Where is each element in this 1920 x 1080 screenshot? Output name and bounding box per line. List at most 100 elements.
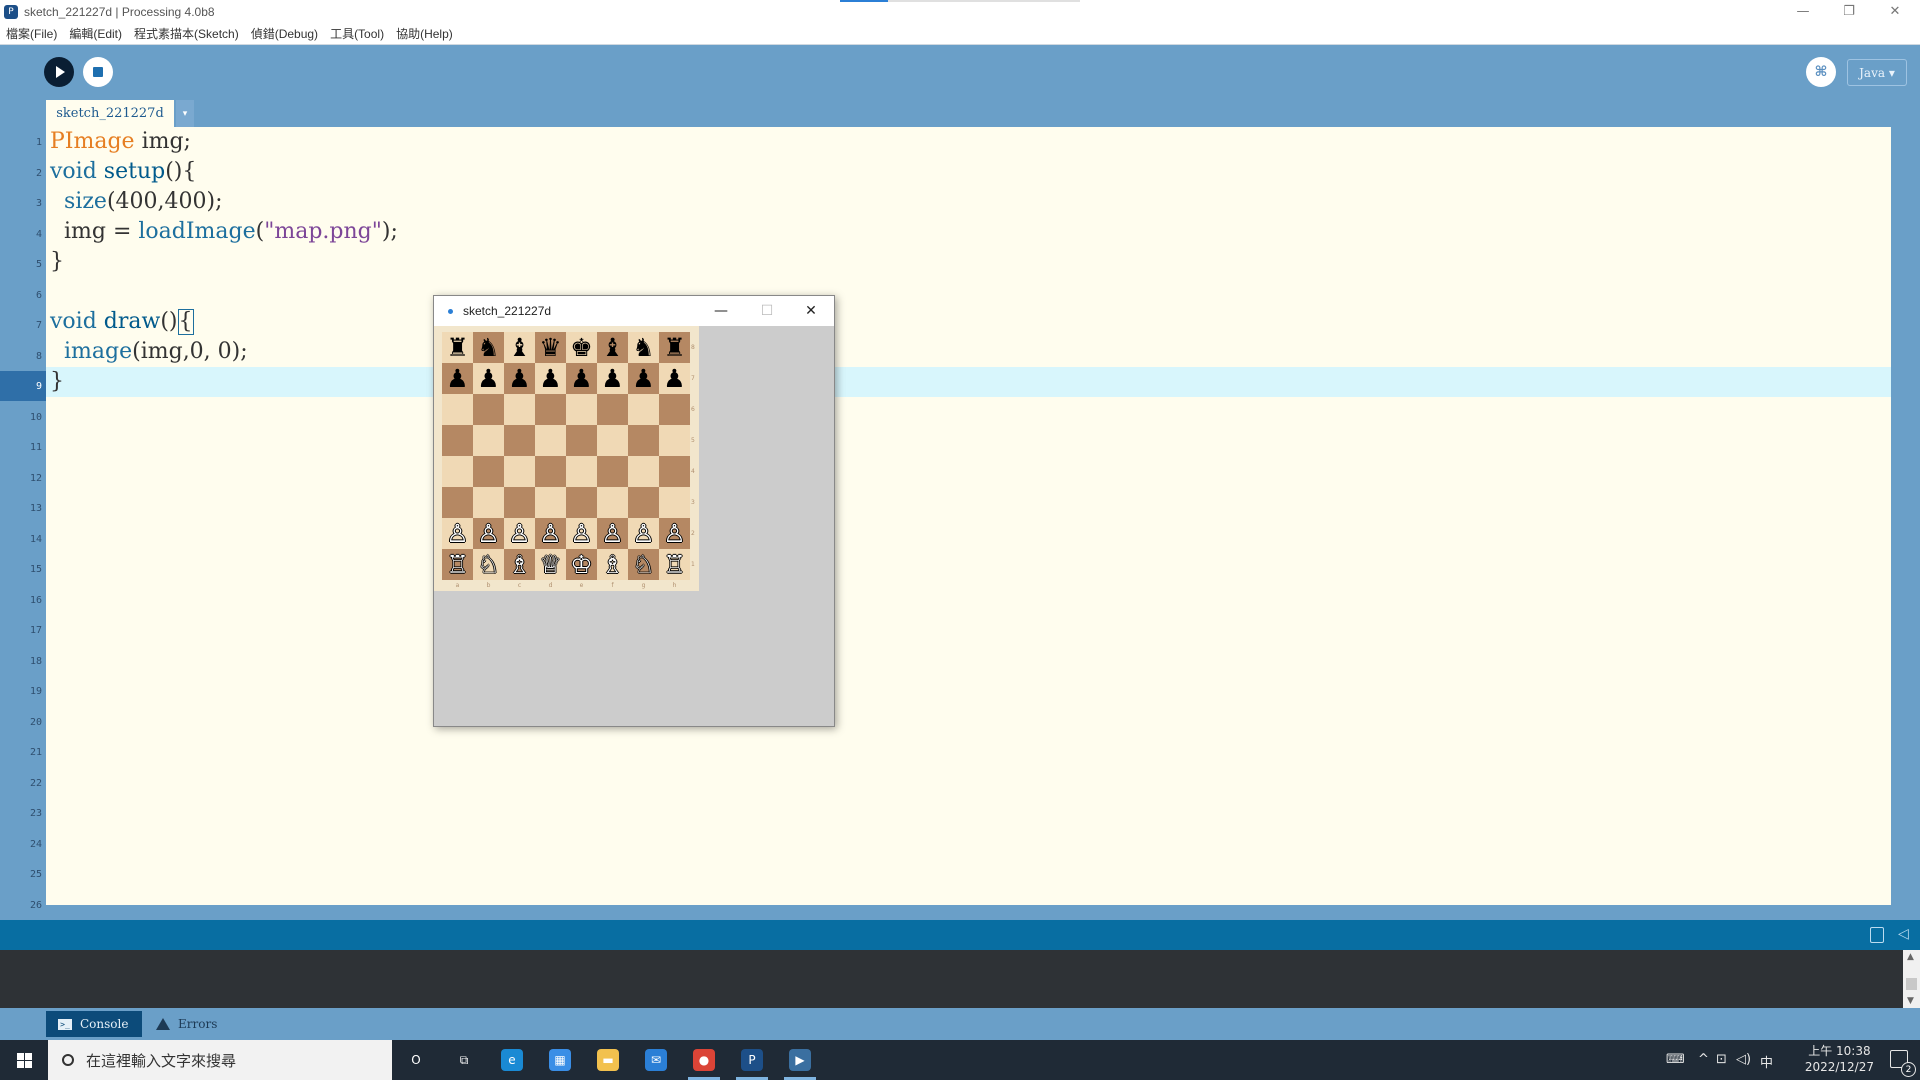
sketch-app-icon: ▶ <box>789 1049 811 1071</box>
chess-piece: ♕ <box>539 550 562 579</box>
line-number: 1 <box>35 137 42 148</box>
console-output[interactable] <box>0 950 1920 1008</box>
chess-piece: ♙ <box>570 519 593 548</box>
chess-piece: ♙ <box>663 519 686 548</box>
focus-indicator-accent <box>840 0 888 2</box>
board-square <box>535 394 566 425</box>
chess-piece: ♘ <box>632 550 655 579</box>
chess-piece: ♟ <box>446 364 469 393</box>
board-square: ♟ <box>597 363 628 394</box>
show-hidden-icons-button[interactable]: ^ <box>1698 1052 1709 1067</box>
network-icon[interactable]: ⊡ <box>1716 1052 1727 1067</box>
chess-piece: ♟ <box>601 364 624 393</box>
clock[interactable]: 上午 10:38 2022/12/27 <box>1805 1043 1874 1075</box>
run-button[interactable] <box>44 57 74 87</box>
tab-sketch-221227d[interactable]: sketch_221227d <box>46 100 174 127</box>
ime-indicator[interactable]: 中 <box>1760 1052 1773 1071</box>
task-view-taskbar-button[interactable]: ⧉ <box>440 1040 488 1080</box>
scroll-thumb[interactable] <box>1906 978 1917 990</box>
tab-errors[interactable]: Errors <box>156 1011 252 1037</box>
chess-piece: ♚ <box>570 333 593 362</box>
menu-sketch[interactable]: 程式素描本(Sketch) <box>134 25 239 42</box>
sketch-minimize-button[interactable]: — <box>698 296 744 326</box>
board-square <box>504 487 535 518</box>
restore-button[interactable]: ❐ <box>1828 0 1870 23</box>
chrome-taskbar-button[interactable]: ● <box>680 1040 728 1080</box>
clipboard-icon[interactable] <box>1870 927 1884 943</box>
scroll-down-icon[interactable]: ▼ <box>1907 996 1914 1006</box>
mode-selector[interactable]: Java ▾ <box>1847 59 1907 86</box>
code-line-9: } <box>50 369 64 394</box>
sketch-window-titlebar[interactable]: sketch_221227d — ☐ ✕ <box>434 296 834 326</box>
board-square: ♞ <box>473 332 504 363</box>
line-number-gutter: 1 2 3 4 5 6 7 8 9 10 11 12 13 14 15 16 17 18 19 20 21 22 23 24 2… <box>0 127 46 911</box>
board-square: ♙ <box>442 518 473 549</box>
notification-count-badge: 2 <box>1901 1062 1916 1077</box>
board-square <box>535 425 566 456</box>
file-label: e <box>579 582 584 589</box>
processing-taskbar-button[interactable]: P <box>728 1040 776 1080</box>
board-square: ♙ <box>659 518 690 549</box>
sketch-window-title: sketch_221227d <box>463 304 552 318</box>
board-square: ♜ <box>659 332 690 363</box>
cortana-taskbar-button[interactable]: O <box>392 1040 440 1080</box>
mail-taskbar-button[interactable]: ✉ <box>632 1040 680 1080</box>
code-editor[interactable]: PImage img; void setup(){ size(400,400);… <box>46 127 1891 905</box>
menu-tool[interactable]: 工具(Tool) <box>330 25 384 42</box>
current-line-highlight <box>46 367 1891 397</box>
close-button[interactable]: ✕ <box>1874 0 1916 23</box>
board-square <box>473 425 504 456</box>
chess-piece: ♟ <box>632 364 655 393</box>
board-square: ♝ <box>504 332 535 363</box>
scroll-up-icon[interactable]: ▲ <box>1907 952 1914 962</box>
tab-console-label: Console <box>80 1017 129 1031</box>
line-number: 23 <box>29 808 42 819</box>
board-square: ♔ <box>566 549 597 580</box>
processing-icon: P <box>741 1049 763 1071</box>
chess-piece: ♟ <box>663 364 686 393</box>
sketch-close-button[interactable]: ✕ <box>788 296 834 326</box>
board-square <box>566 425 597 456</box>
tab-menu-arrow-icon[interactable]: ▾ <box>176 100 194 127</box>
taskbar-search[interactable]: 在這裡輸入文字來搜尋 <box>48 1040 392 1080</box>
board-square: ♕ <box>535 549 566 580</box>
minimize-button[interactable]: — <box>1782 0 1824 23</box>
code-line-5: } <box>50 249 64 274</box>
edge-taskbar-button[interactable]: e <box>488 1040 536 1080</box>
menu-edit[interactable]: 編輯(Edit) <box>69 25 122 42</box>
collapse-console-icon[interactable]: ◁ <box>1898 926 1909 942</box>
keyboard-icon[interactable]: ⌨ <box>1666 1052 1685 1067</box>
board-square <box>566 394 597 425</box>
debugger-button[interactable]: ⌘ <box>1806 57 1836 87</box>
menu-file[interactable]: 檔案(File) <box>6 25 57 42</box>
board-square <box>659 487 690 518</box>
line-number: 5 <box>35 259 42 270</box>
clock-date: 2022/12/27 <box>1804 1060 1874 1074</box>
chess-piece: ♜ <box>446 333 469 362</box>
line-number: 3 <box>35 198 42 209</box>
board-square: ♛ <box>535 332 566 363</box>
chessboard-image: ♜ ♞ ♝ ♛ ♚ ♝ ♞ ♜ ♟ ♟ ♟ ♟ ♟ ♟ ♟ ♟ ♙ ♙ ♙ ♙ ♙ ♙ ♙ ♙ ♖ ♘ ♗ ♕ ♔ ♗ ♘ ♖ 8765432… <box>434 326 699 591</box>
line-number: 10 <box>29 411 42 423</box>
editor-scroll-area[interactable] <box>1891 127 1920 905</box>
board-square <box>659 425 690 456</box>
system-tray: ⌨ ^ ⊡ ◁) 中 上午 10:38 2022/12/27 2 <box>1660 1040 1920 1080</box>
store-taskbar-button[interactable]: ▦ <box>536 1040 584 1080</box>
line-number: 24 <box>29 838 42 850</box>
volume-icon[interactable]: ◁) <box>1736 1052 1751 1067</box>
chess-piece: ♙ <box>477 519 500 548</box>
chess-piece: ♝ <box>601 333 624 362</box>
start-button[interactable] <box>0 1040 48 1080</box>
menu-debug[interactable]: 偵錯(Debug) <box>251 25 318 42</box>
board-square <box>473 487 504 518</box>
tab-console[interactable]: >_ Console <box>46 1011 142 1037</box>
sketch-app-taskbar-button[interactable]: ▶ <box>776 1040 824 1080</box>
toolbar: ⌘ Java ▾ <box>0 45 1920 100</box>
console-scrollbar[interactable]: ▲ ▼ <box>1903 950 1920 1008</box>
menu-help[interactable]: 協助(Help) <box>396 25 453 42</box>
board-square <box>504 456 535 487</box>
sketch-canvas[interactable]: ♜ ♞ ♝ ♛ ♚ ♝ ♞ ♜ ♟ ♟ ♟ ♟ ♟ ♟ ♟ ♟ ♙ ♙ ♙ ♙ ♙ ♙ ♙ ♙ ♖ ♘ ♗ ♕ ♔ ♗ ♘ ♖ 8765432… <box>434 326 834 726</box>
line-number: 16 <box>29 594 42 606</box>
stop-button[interactable] <box>83 57 113 87</box>
file-explorer-taskbar-button[interactable]: ▬ <box>584 1040 632 1080</box>
